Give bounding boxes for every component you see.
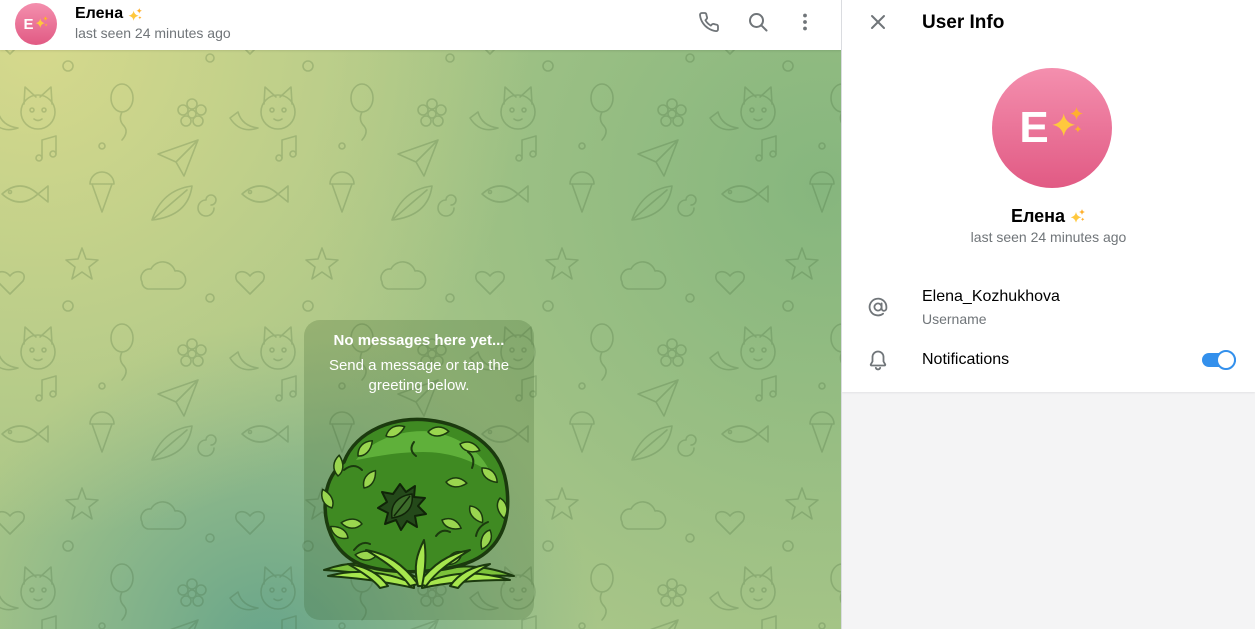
chat-status: last seen 24 minutes ago xyxy=(75,25,231,41)
search-button[interactable] xyxy=(746,10,770,34)
empty-title: No messages here yet... xyxy=(333,332,505,349)
profile-status: last seen 24 minutes ago xyxy=(970,229,1127,245)
user-info-panel: User Info E Елена last seen 24 minutes a… xyxy=(842,0,1255,629)
chat-title-text: Елена xyxy=(75,5,124,22)
greeting-sticker[interactable] xyxy=(318,412,518,592)
username-row[interactable]: Elena_Kozhukhova Username xyxy=(842,280,1255,334)
username-label: Username xyxy=(922,311,987,327)
chat-header-info[interactable]: E Елена last seen 24 minutes ago xyxy=(0,0,300,50)
empty-subtitle: Send a message or tap the greeting below… xyxy=(328,357,510,394)
sparkles-icon xyxy=(1070,208,1086,224)
sparkles-icon xyxy=(1051,105,1085,139)
notifications-toggle[interactable] xyxy=(1202,350,1236,370)
avatar-initial: E xyxy=(1019,103,1049,152)
sticker-bush xyxy=(321,417,510,574)
chat-title: Елена xyxy=(75,4,143,24)
more-button[interactable] xyxy=(793,10,817,34)
sparkles-icon xyxy=(35,15,49,29)
avatar-initial: E xyxy=(23,15,34,33)
profile-avatar: E xyxy=(992,68,1112,188)
close-button[interactable] xyxy=(866,10,890,34)
avatar[interactable]: E xyxy=(15,3,57,45)
username-value: Elena_Kozhukhova xyxy=(922,288,1060,305)
notifications-label: Notifications xyxy=(922,351,1010,368)
sparkles-icon xyxy=(128,7,143,22)
user-info-card: User Info E Елена last seen 24 minutes a… xyxy=(842,0,1255,392)
pane-divider xyxy=(841,0,842,629)
at-icon xyxy=(866,295,890,319)
toggle-knob xyxy=(1216,350,1236,370)
profile-name: Елена xyxy=(842,204,1255,228)
search-icon xyxy=(749,13,768,32)
call-button[interactable] xyxy=(697,10,721,34)
panel-title: User Info xyxy=(922,12,1005,33)
bell-icon xyxy=(866,348,890,372)
close-icon xyxy=(871,15,885,29)
more-vertical-icon xyxy=(803,13,807,31)
notifications-row[interactable]: Notifications xyxy=(842,336,1255,384)
profile-name-text: Елена xyxy=(1010,206,1066,226)
phone-icon xyxy=(699,12,719,32)
chat-header: E Елена last seen 24 minutes ago xyxy=(0,0,841,50)
chat-pane: E Елена last seen 24 minutes ago No mess… xyxy=(0,0,841,629)
empty-chat-placeholder: No messages here yet... Send a message o… xyxy=(304,320,534,620)
